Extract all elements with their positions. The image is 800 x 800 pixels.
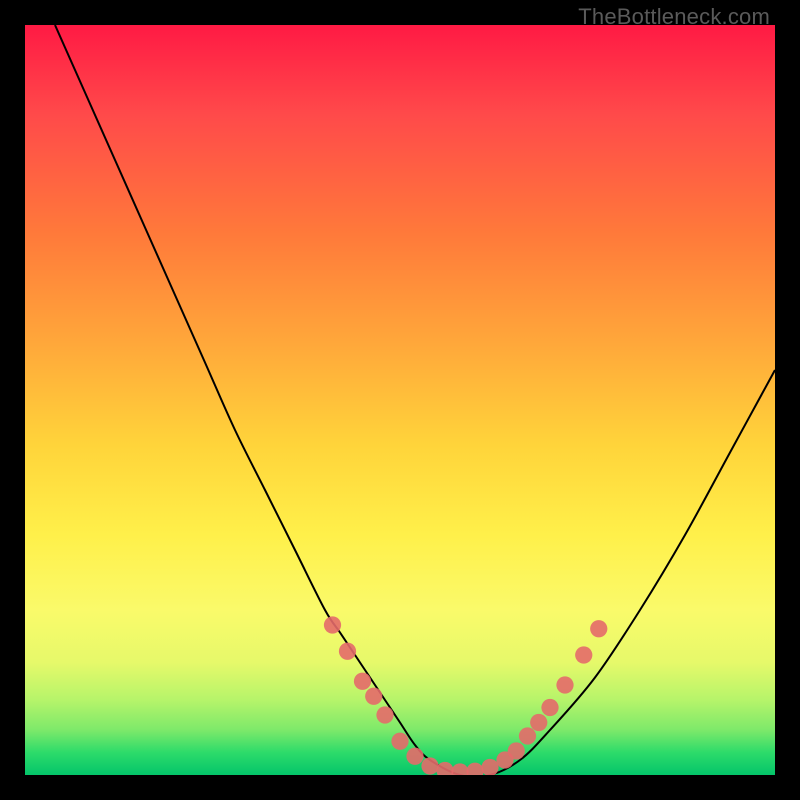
marker-dot bbox=[421, 757, 438, 774]
marker-dot bbox=[556, 676, 573, 693]
marker-dot bbox=[481, 759, 498, 775]
watermark-text: TheBottleneck.com bbox=[578, 4, 770, 30]
marker-dot bbox=[354, 673, 371, 690]
marker-dot bbox=[519, 727, 536, 744]
marker-dot bbox=[376, 706, 393, 723]
plot-area bbox=[25, 25, 775, 775]
bottleneck-curve bbox=[55, 25, 775, 775]
marker-dot bbox=[339, 643, 356, 660]
marker-dot bbox=[406, 748, 423, 765]
marker-dot bbox=[530, 714, 547, 731]
marker-dot bbox=[391, 733, 408, 750]
marker-dot bbox=[575, 646, 592, 663]
marker-dot bbox=[324, 616, 341, 633]
chart-svg bbox=[25, 25, 775, 775]
marker-dot bbox=[466, 763, 483, 775]
marker-dot bbox=[508, 742, 525, 759]
marker-dot bbox=[590, 620, 607, 637]
marker-dot bbox=[451, 763, 468, 775]
chart-container: TheBottleneck.com bbox=[0, 0, 800, 800]
marker-dot bbox=[365, 688, 382, 705]
marker-dot bbox=[436, 762, 453, 775]
marker-dot bbox=[541, 699, 558, 716]
marker-group bbox=[324, 616, 608, 775]
